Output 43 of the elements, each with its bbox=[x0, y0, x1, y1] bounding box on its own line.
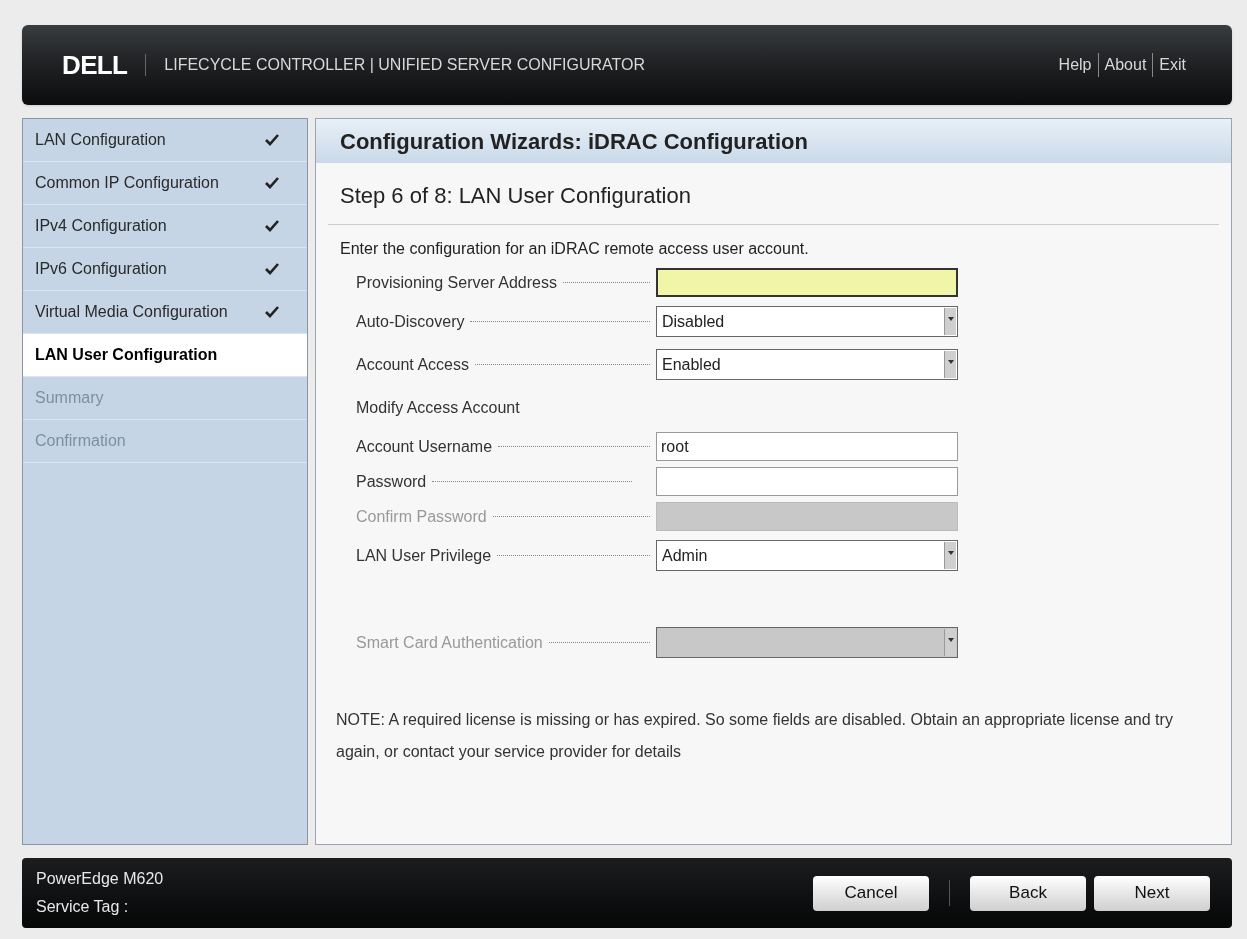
note-text: NOTE: A required license is missing or has expired. So some fields are disabled. Obtain an appropriate license and try again, or contact your service provider for details bbox=[335, 710, 1174, 762]
input-field[interactable] bbox=[656, 467, 958, 496]
footer-button[interactable]: Cancel bbox=[813, 875, 929, 911]
field-label: Account Username bbox=[356, 436, 493, 457]
header-link[interactable]: Help bbox=[1052, 53, 1098, 77]
field-label: Auto-Discovery bbox=[356, 311, 465, 332]
intro-text: Enter the configuration for an iDRAC remote access user account. bbox=[339, 239, 810, 259]
check-icon bbox=[265, 306, 279, 318]
app-title: LIFECYCLE CONTROLLER | UNIFIED SERVER CONFIGURATOR bbox=[163, 55, 645, 75]
check-icon bbox=[265, 220, 279, 232]
input-field[interactable]: root bbox=[656, 432, 958, 461]
check-icon bbox=[265, 177, 279, 189]
panel-title: Configuration Wizards: iDRAC Configuration bbox=[316, 119, 1231, 163]
input-field[interactable] bbox=[656, 268, 958, 297]
field-label: Account Access bbox=[356, 354, 469, 375]
header-link[interactable]: About bbox=[1097, 53, 1153, 77]
caret-icon bbox=[947, 638, 954, 642]
dropdown[interactable]: Enabled bbox=[656, 349, 958, 380]
field-label: Confirm Password bbox=[356, 506, 487, 527]
field-label: LAN User Privilege bbox=[356, 545, 492, 566]
sidebar-item[interactable]: Common IP Configuration bbox=[23, 162, 307, 205]
caret-icon bbox=[947, 360, 954, 364]
field-label: Provisioning Server Address bbox=[356, 272, 557, 293]
model-name: PowerEdge M620 bbox=[36, 869, 164, 889]
logo: DELL bbox=[62, 54, 147, 76]
dropdown[interactable]: Disabled bbox=[656, 306, 958, 337]
footer-button[interactable]: Next bbox=[1094, 875, 1210, 911]
footer-button[interactable]: Back bbox=[970, 875, 1086, 911]
check-icon bbox=[265, 263, 279, 275]
caret-icon bbox=[947, 317, 954, 321]
sidebar-item[interactable]: IPv6 Configuration bbox=[23, 248, 307, 291]
caret-icon bbox=[947, 551, 954, 555]
sidebar-item[interactable]: LAN User Configuration bbox=[23, 334, 307, 377]
field-label: Password bbox=[356, 471, 427, 492]
check-icon bbox=[265, 134, 279, 146]
dropdown[interactable]: Admin bbox=[656, 540, 958, 571]
service-tag-label: Service Tag : bbox=[36, 897, 130, 917]
section-label: Modify Access Account bbox=[356, 397, 520, 418]
sidebar-item[interactable]: LAN Configuration bbox=[23, 119, 307, 162]
step-title: Step 6 of 8: LAN User Configuration bbox=[328, 179, 1219, 225]
field-label: Smart Card Authentication bbox=[356, 632, 543, 653]
sidebar-item[interactable]: IPv4 Configuration bbox=[23, 205, 307, 248]
header-link[interactable]: Exit bbox=[1152, 53, 1192, 77]
